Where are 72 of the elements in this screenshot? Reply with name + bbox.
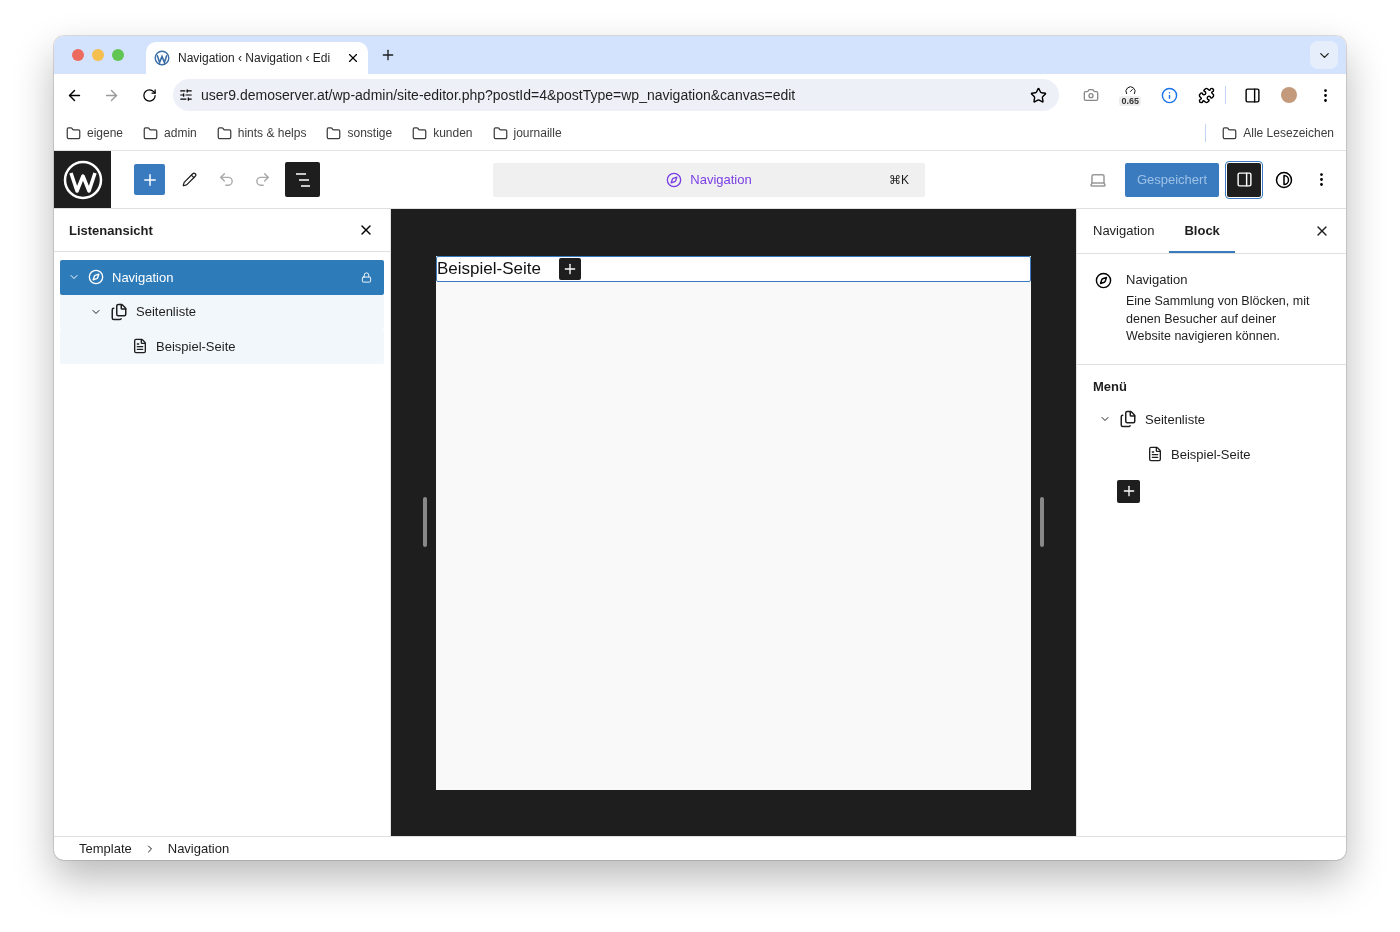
bookmark-label: eigene — [87, 126, 124, 140]
list-view-icon — [293, 171, 312, 188]
breadcrumb-link[interactable]: Navigation — [167, 841, 230, 856]
resize-handle[interactable] — [1040, 497, 1044, 547]
add-menu-item-button[interactable] — [1117, 479, 1140, 503]
compass-icon — [1095, 272, 1112, 289]
menu-item[interactable]: Seitenliste — [1093, 401, 1330, 437]
redo-icon — [253, 171, 271, 188]
nav-link[interactable]: Beispiel-Seite — [437, 259, 541, 279]
breadcrumb-link[interactable]: Template — [79, 841, 132, 856]
profile-avatar[interactable] — [1281, 87, 1297, 103]
bookmark-label: hints & helps — [237, 126, 307, 140]
bookmark-label: sonstige — [347, 126, 393, 140]
plus-icon — [380, 47, 396, 63]
reload-icon[interactable] — [142, 87, 157, 103]
page-icon — [1147, 446, 1163, 462]
pages-icon — [110, 302, 128, 321]
page-icon — [132, 338, 148, 355]
list-view-item[interactable]: Beispiel-Seite — [60, 329, 384, 364]
resize-handle[interactable] — [423, 497, 427, 547]
close-icon[interactable] — [346, 51, 360, 65]
undo-icon — [217, 171, 235, 188]
sidebar-tab[interactable]: Block — [1169, 209, 1235, 253]
folder-icon — [326, 125, 342, 141]
folder-icon — [143, 125, 159, 141]
block-description: Eine Sammlung von Blöcken, mit denen Besucher auf deiner Website navigieren können. — [1126, 293, 1311, 345]
bookmark-label: kunden — [433, 126, 473, 140]
contrast-icon[interactable] — [1275, 170, 1293, 189]
compass-icon — [88, 269, 104, 286]
sidebar-icon — [1235, 171, 1253, 188]
bookmark-label: journaille — [513, 126, 562, 140]
list-view-item[interactable]: Navigation — [60, 260, 384, 295]
shortcut-hint: ⌘K — [889, 172, 909, 187]
folder-icon — [412, 125, 428, 141]
command-label: Navigation — [690, 172, 752, 187]
bookmark-folder[interactable]: admin — [143, 125, 197, 141]
site-settings-icon[interactable] — [179, 88, 193, 102]
bookmark-folder[interactable]: kunden — [412, 125, 473, 141]
folder-icon — [492, 125, 508, 141]
block-title: Navigation — [1126, 272, 1189, 287]
pencil-icon — [181, 172, 197, 187]
wordpress-logo[interactable] — [62, 159, 103, 200]
add-block-button[interactable] — [558, 258, 581, 280]
compass-icon — [666, 171, 683, 188]
bookmark-folder[interactable]: eigene — [66, 125, 124, 141]
navigation-block[interactable]: Beispiel-Seite — [436, 256, 1031, 282]
bookmark-folder[interactable]: sonstige — [326, 125, 393, 141]
bookmark-label: Alle Lesezeichen — [1243, 126, 1334, 140]
bookmark-label: admin — [164, 126, 197, 140]
browser-tab[interactable]: Navigation ‹ Navigation ‹ Edi — [146, 42, 368, 74]
address-bar[interactable]: user9.demoserver.at/wp-admin/site-editor.php?postId=4&postType=wp_navigation&canvas=edit — [173, 79, 1060, 111]
list-view-item[interactable]: Seitenliste — [60, 294, 384, 329]
camera-icon[interactable] — [1083, 87, 1100, 103]
side-panel-icon[interactable] — [1244, 86, 1261, 104]
folder-icon — [66, 125, 81, 141]
new-tab-button[interactable] — [380, 47, 396, 63]
folder-icon — [1222, 125, 1238, 141]
sidebar-tab[interactable]: Navigation — [1093, 209, 1170, 253]
bookmark-folder[interactable]: journaille — [492, 125, 562, 141]
settings-panel-button[interactable] — [1227, 162, 1261, 197]
menu-item[interactable]: Beispiel-Seite — [1093, 436, 1330, 472]
star-icon[interactable] — [1030, 86, 1048, 104]
section-title: Menü — [1093, 378, 1128, 394]
all-bookmarks-folder[interactable]: Alle Lesezeichen — [1222, 125, 1334, 141]
list-view-button[interactable] — [285, 162, 320, 197]
folder-icon — [216, 125, 232, 141]
pages-icon — [1119, 410, 1137, 428]
wordpress-favicon — [154, 50, 170, 66]
command-bar[interactable]: Navigation ⌘K — [493, 162, 925, 197]
panel-title: Listenansicht — [69, 222, 153, 238]
bookmark-folder[interactable]: hints & helps — [216, 125, 307, 141]
puzzle-icon[interactable] — [1198, 86, 1215, 104]
